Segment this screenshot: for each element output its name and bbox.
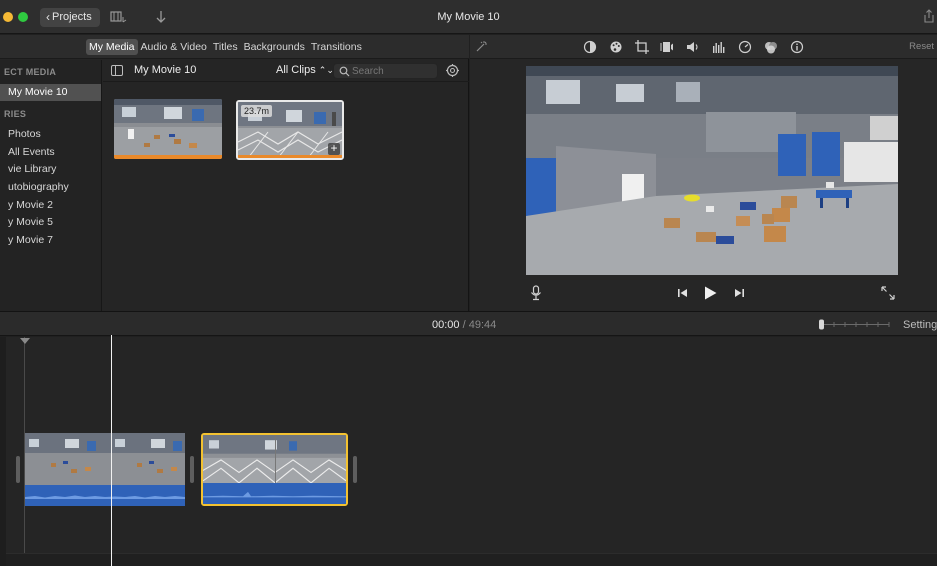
chevron-left-icon: ‹ (46, 10, 50, 24)
volume-icon[interactable] (686, 40, 700, 54)
filmstrip-frame-divider (275, 435, 276, 487)
add-clip-icon[interactable]: + (328, 142, 340, 155)
browser-tabs: My Media Audio & Video Titles Background… (86, 39, 365, 55)
library-title: My Movie 10 (134, 64, 197, 76)
sidebar-item-my-movie-2[interactable]: y Movie 2 (0, 197, 101, 214)
libraries-sidebar: ECT MEDIA My Movie 10 RIES Photos All Ev… (0, 60, 102, 311)
color-balance-icon[interactable] (583, 40, 597, 54)
chevron-updown-icon: ⌃⌄ (318, 65, 334, 75)
media-clip-thumbnail-selected[interactable]: 23.7m + (236, 100, 344, 160)
title-bar: ‹ Projects My Movie 10 (0, 0, 937, 34)
microphone-icon[interactable] (528, 285, 544, 301)
projects-button[interactable]: ‹ Projects (40, 8, 100, 27)
skip-forward-icon[interactable] (731, 285, 747, 301)
sidebar-item-my-movie-7[interactable]: y Movie 7 (0, 232, 101, 249)
fullscreen-window-button[interactable] (18, 12, 28, 22)
clip-used-bar (238, 155, 342, 158)
search-input[interactable] (352, 65, 432, 78)
timeline-zoom-slider[interactable] (818, 319, 890, 330)
browser-toolbar: My Movie 10 All Clips ⌃⌄ (103, 60, 469, 82)
libraries-heading: RIES (4, 109, 27, 119)
clip-frame-image (114, 99, 222, 159)
speed-gauge-icon[interactable] (738, 40, 752, 54)
share-icon[interactable] (923, 9, 935, 23)
sidebar-item-my-movie-5[interactable]: y Movie 5 (0, 214, 101, 231)
timecode-display: 00:00 / 49:44 (432, 319, 496, 331)
video-preview[interactable] (526, 66, 898, 275)
media-clip-thumbnail[interactable] (114, 99, 222, 159)
browser-tabs-row: My Media Audio & Video Titles Background… (0, 35, 469, 59)
clip-filter-label: All Clips (276, 64, 316, 76)
sidebar-item-all-events[interactable]: All Events (0, 144, 101, 161)
clip-used-bar (114, 155, 222, 159)
tab-titles[interactable]: Titles (210, 39, 241, 55)
fullscreen-expand-icon[interactable] (880, 285, 896, 301)
video-filter-icon[interactable] (764, 40, 778, 54)
crop-icon[interactable] (635, 40, 649, 54)
viewer-toolbar: Reset (470, 35, 937, 59)
sidebar-item-photos[interactable]: Photos (0, 126, 101, 143)
project-media-heading: ECT MEDIA (4, 67, 57, 77)
play-icon[interactable] (702, 285, 718, 301)
timeline-left-edge (0, 337, 6, 566)
sidebar-item-movie-library[interactable]: vie Library (0, 161, 101, 178)
info-icon[interactable] (790, 40, 804, 54)
download-arrow-icon[interactable] (152, 9, 170, 25)
tab-my-media[interactable]: My Media (86, 39, 138, 55)
clip-trim-handle[interactable] (190, 456, 194, 483)
timeline-clip-filmstrip (25, 433, 185, 485)
projects-button-label: Projects (52, 11, 92, 23)
equalizer-icon[interactable] (712, 40, 726, 54)
clip-filter-dropdown[interactable]: All Clips ⌃⌄ (276, 64, 334, 76)
reset-button[interactable]: Reset (909, 41, 934, 52)
tab-backgrounds[interactable]: Backgrounds (241, 39, 308, 55)
window-title: My Movie 10 (437, 11, 500, 23)
search-icon (339, 66, 350, 77)
tab-transitions[interactable]: Transitions (308, 39, 365, 55)
timeline[interactable] (0, 335, 937, 566)
playhead[interactable] (111, 335, 112, 566)
timeline-header: 00:00 / 49:44 Setting (0, 311, 937, 336)
preview-frame-image (526, 66, 898, 275)
project-start-marker (20, 338, 30, 344)
skip-back-icon[interactable] (675, 285, 691, 301)
timeline-clip-selected[interactable] (201, 433, 348, 506)
timeline-clip[interactable] (25, 433, 185, 506)
sidebar-toggle-icon[interactable] (111, 65, 123, 76)
stabilization-icon[interactable] (660, 40, 674, 54)
media-import-icon[interactable] (110, 9, 128, 25)
clip-trim-handle[interactable] (16, 456, 20, 483)
clip-trim-handle[interactable] (353, 456, 357, 483)
sidebar-item-autobiography[interactable]: utobiography (0, 179, 101, 196)
tab-audio-video[interactable]: Audio & Video (138, 39, 210, 55)
timeline-bottom-strip (6, 553, 937, 566)
total-duration: 49:44 (468, 319, 497, 331)
viewer-panel: Reset (470, 35, 937, 311)
audio-waveform (25, 485, 185, 506)
timeline-settings-button[interactable]: Setting (903, 319, 937, 331)
timecode-separator: / (459, 319, 469, 331)
gear-icon[interactable] (445, 63, 460, 78)
clip-duration-badge: 23.7m (241, 105, 273, 117)
player-controls (470, 281, 937, 305)
magic-wand-icon[interactable] (474, 40, 488, 54)
minimize-window-button[interactable] (3, 12, 13, 22)
audio-waveform (203, 483, 346, 504)
current-time: 00:00 (432, 319, 460, 331)
media-browser: My Media Audio & Video Titles Background… (0, 35, 469, 311)
sidebar-item-my-movie-10[interactable]: My Movie 10 (0, 84, 101, 101)
search-field[interactable] (333, 63, 438, 79)
color-correction-icon[interactable] (609, 40, 623, 54)
